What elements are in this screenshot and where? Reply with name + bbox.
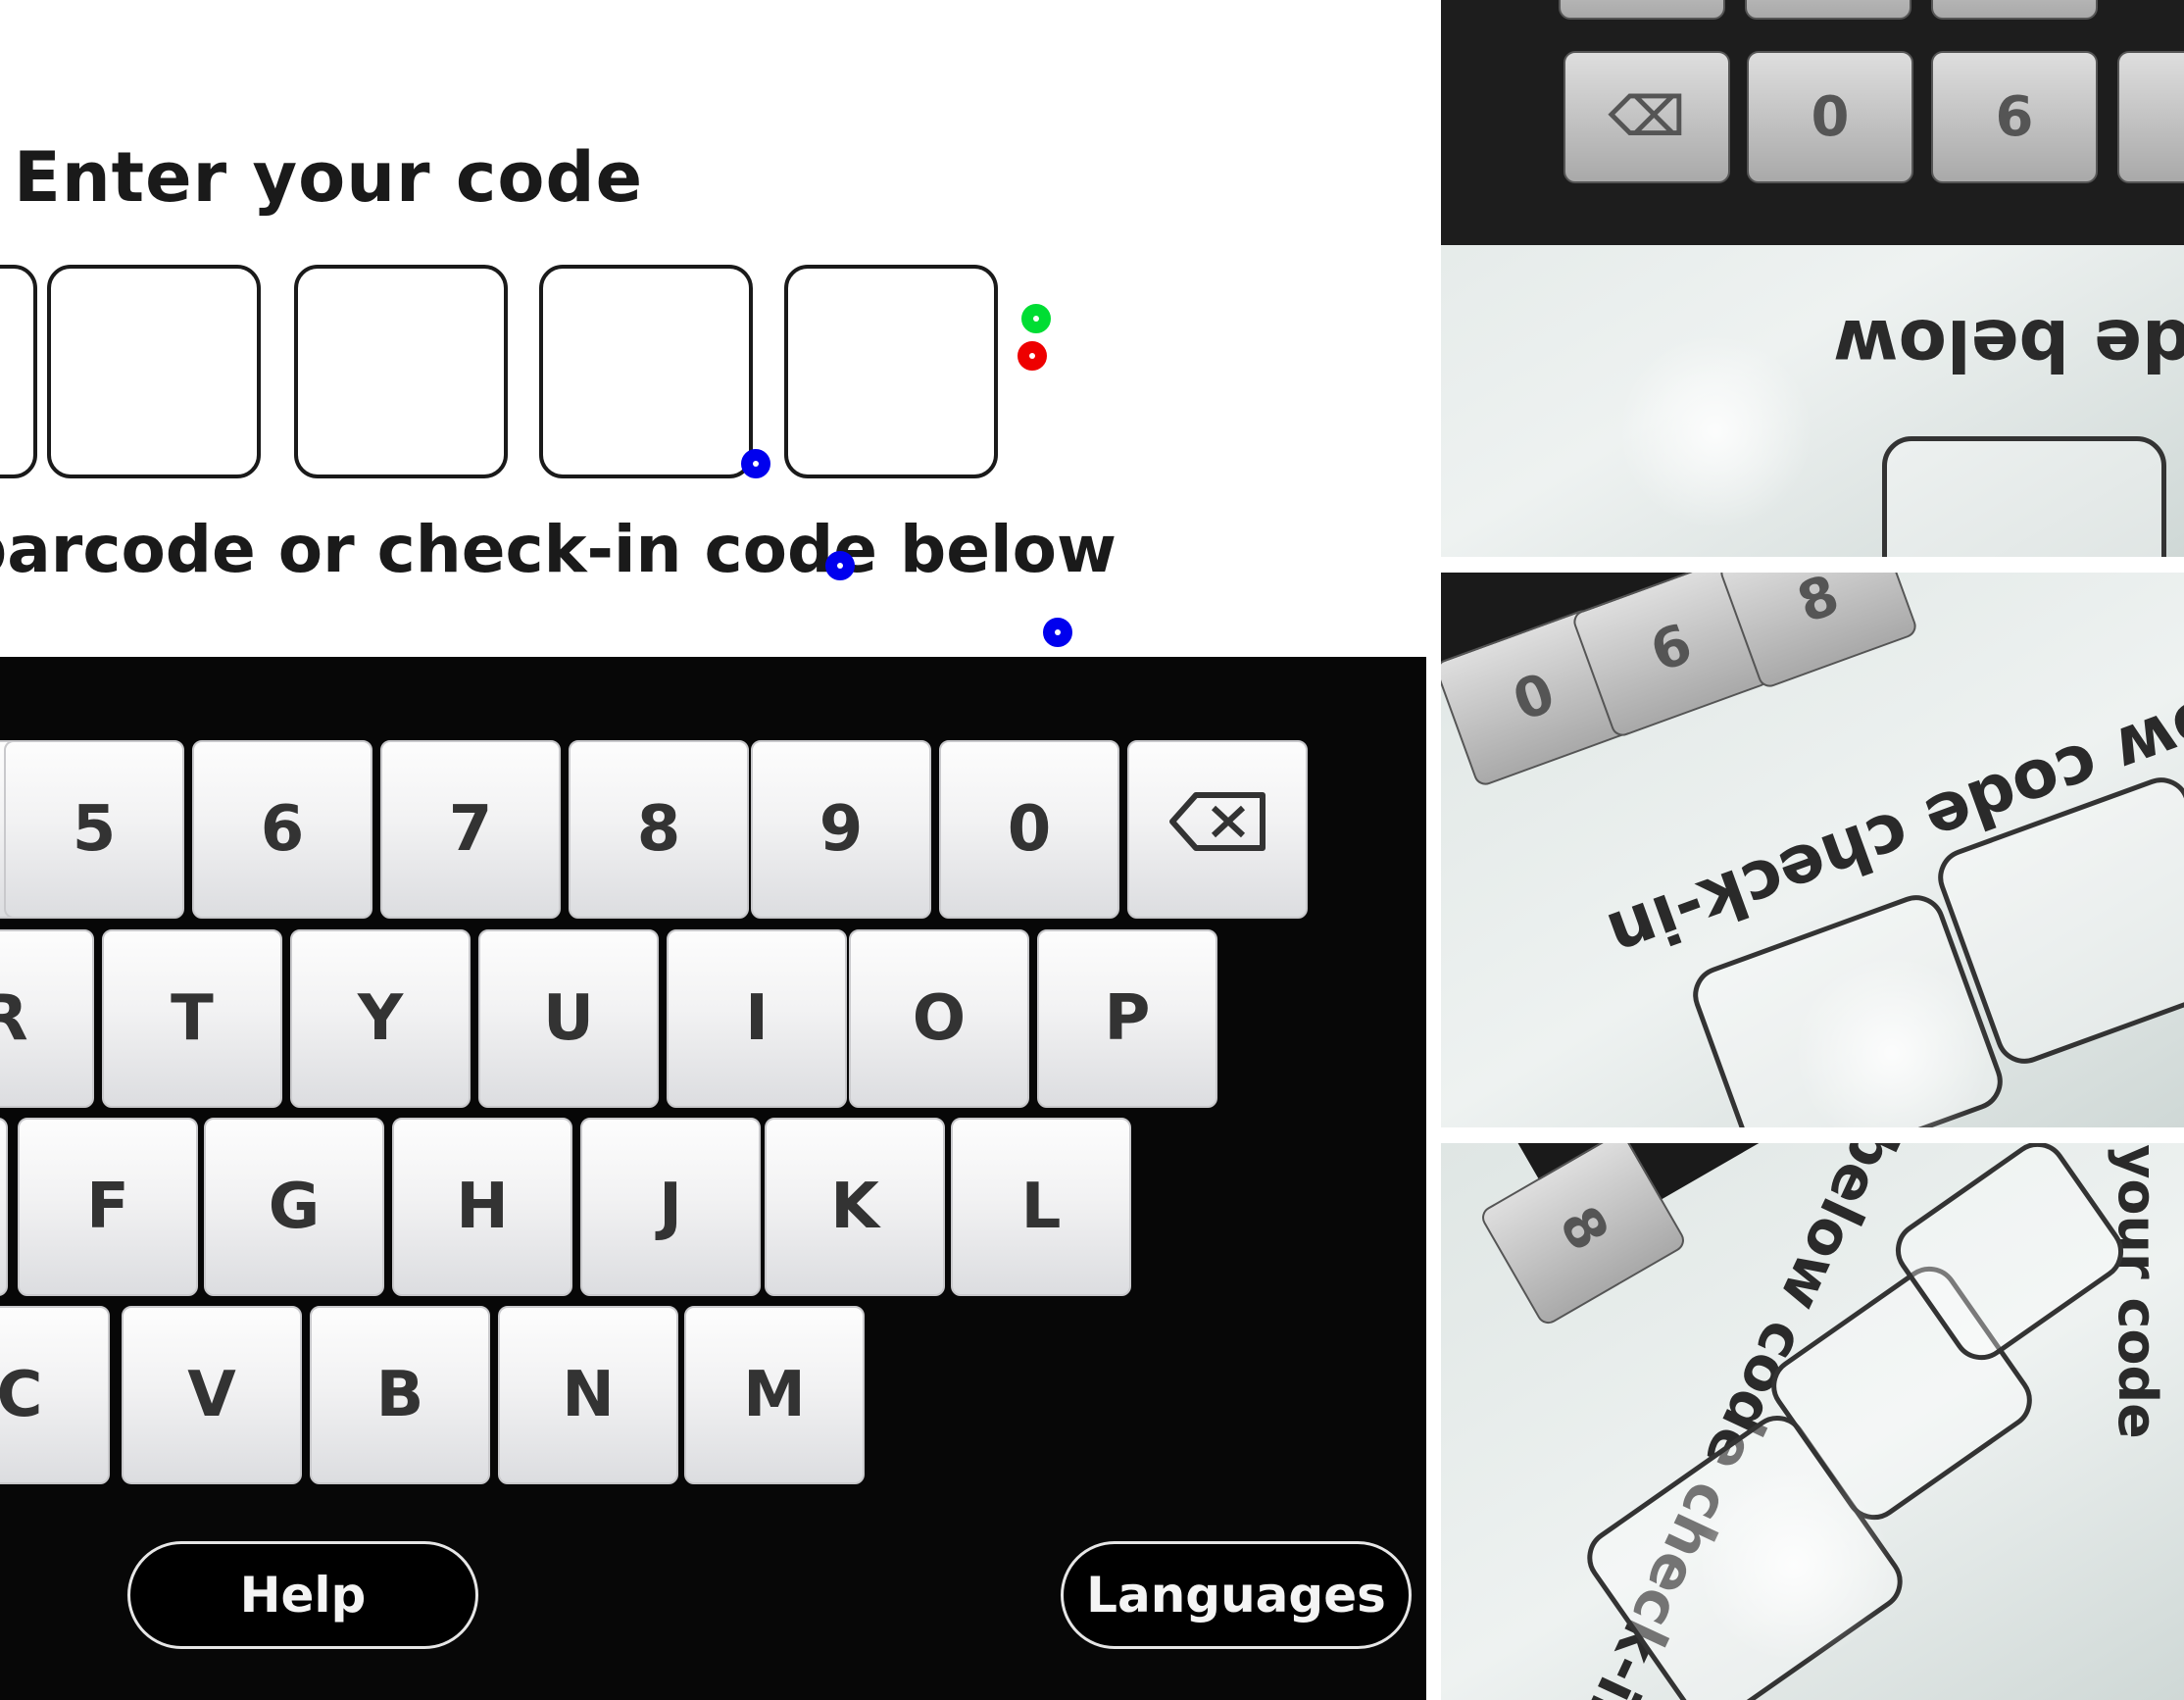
code-box-1[interactable] [0, 265, 37, 478]
photo-code-box [1882, 436, 2166, 557]
languages-button[interactable]: Languages [1061, 1541, 1412, 1649]
page-title: Enter your code [14, 137, 644, 218]
code-box-3[interactable] [294, 265, 508, 478]
screen-glare [1617, 333, 1813, 529]
photo-text: your code [2106, 1144, 2168, 1439]
photo-panel-3: 8 below code check-in your code [1441, 1143, 2184, 1700]
key-8[interactable]: 8 [569, 740, 749, 919]
photo-key-8: 8 [2117, 51, 2184, 183]
key-0[interactable]: 0 [939, 740, 1119, 919]
instruction-text: barcode or check-in code below [0, 512, 1117, 587]
key-L[interactable]: L [951, 1118, 1131, 1296]
key-D[interactable] [0, 1118, 8, 1296]
key-Y[interactable]: Y [290, 929, 471, 1108]
blue-marker-2 [825, 551, 855, 580]
code-box-2[interactable] [47, 265, 261, 478]
key-U[interactable]: U [478, 929, 659, 1108]
code-box-4[interactable] [539, 265, 753, 478]
key-I[interactable]: I [667, 929, 847, 1108]
key-B[interactable]: B [310, 1306, 490, 1484]
key-T[interactable]: T [102, 929, 282, 1108]
kiosk-screen: Enter your code barcode or check-in code… [0, 0, 1426, 1700]
photo-key-6: 6 [1931, 51, 2098, 183]
key-F[interactable]: F [18, 1118, 198, 1296]
photo-key [1559, 0, 1725, 20]
key-G[interactable]: G [204, 1118, 384, 1296]
key-9[interactable]: 9 [751, 740, 931, 919]
red-marker [1018, 341, 1047, 371]
photo-key-0: 0 [1747, 51, 1913, 183]
photo-key [1745, 0, 1911, 20]
backspace-icon [1168, 791, 1266, 868]
key-6[interactable]: 6 [192, 740, 372, 919]
blue-marker-3 [1043, 618, 1072, 647]
help-button[interactable]: Help [127, 1541, 478, 1649]
green-marker [1021, 304, 1051, 333]
key-J[interactable]: J [580, 1118, 761, 1296]
code-box-5[interactable] [784, 265, 998, 478]
photo-panel-1: ⌫ 0 6 8 de below [1441, 0, 2184, 557]
key-O[interactable]: O [849, 929, 1029, 1108]
on-screen-keyboard: 5 6 7 8 9 0 R T Y U I O P F G H J K L C … [0, 657, 1426, 1700]
key-K[interactable]: K [765, 1118, 945, 1296]
key-V[interactable]: V [122, 1306, 302, 1484]
screen-glare [1696, 1467, 1892, 1663]
key-N[interactable]: N [498, 1306, 678, 1484]
key-H[interactable]: H [392, 1118, 572, 1296]
key-7[interactable]: 7 [380, 740, 561, 919]
photo-key [1931, 0, 2098, 20]
blue-marker-1 [741, 449, 770, 478]
key-5[interactable]: 5 [4, 740, 184, 919]
backspace-key[interactable] [1127, 740, 1308, 919]
key-P[interactable]: P [1037, 929, 1217, 1108]
photo-text: de below [1833, 304, 2184, 386]
key-C[interactable]: C [0, 1306, 110, 1484]
photo-panel-2: 0 6 8 below code check-in [1441, 573, 2184, 1127]
key-R[interactable]: R [0, 929, 94, 1108]
photo-key-backspace: ⌫ [1564, 51, 1730, 183]
key-M[interactable]: M [684, 1306, 865, 1484]
